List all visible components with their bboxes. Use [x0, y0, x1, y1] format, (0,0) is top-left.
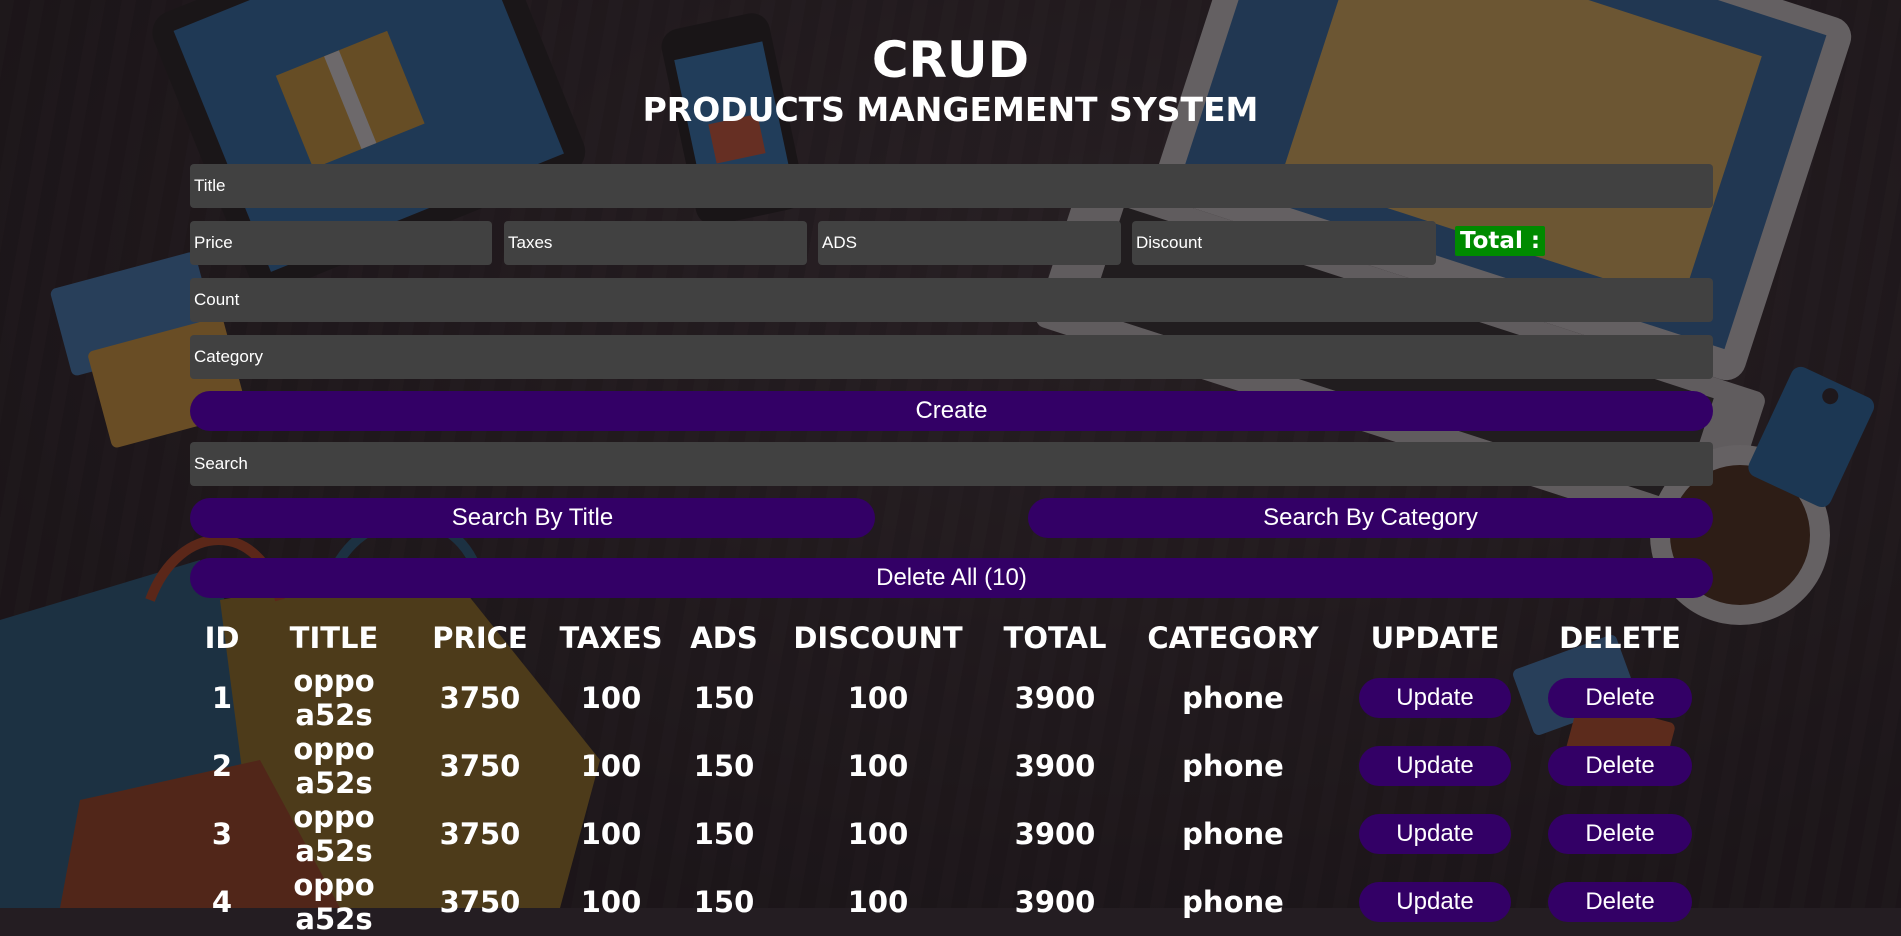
table-header-row: ID TITLE PRICE TAXES ADS DISCOUNT TOTAL …	[190, 612, 1710, 664]
cell-price: 3750	[439, 817, 521, 851]
category-input[interactable]	[190, 335, 1713, 379]
table-row: 4 oppo a52s 3750 100 150 100 3900 phone …	[190, 868, 1710, 936]
cell-category: phone	[1182, 885, 1284, 919]
cell-delete: Delete	[1530, 732, 1710, 800]
delete-button[interactable]: Delete	[1548, 814, 1692, 854]
create-button[interactable]: Create	[190, 391, 1713, 431]
cell-id: 2	[211, 749, 233, 783]
cell-category: phone	[1182, 817, 1284, 851]
update-button[interactable]: Update	[1359, 882, 1511, 922]
cell-update: Update	[1340, 800, 1530, 868]
ads-input[interactable]	[818, 221, 1121, 265]
cell-total: 3900	[1014, 885, 1096, 919]
column-header-price: PRICE	[432, 621, 528, 655]
cell-taxes: 100	[580, 817, 642, 851]
delete-button[interactable]: Delete	[1548, 746, 1692, 786]
update-button[interactable]: Update	[1359, 678, 1511, 718]
cell-update: Update	[1340, 664, 1530, 732]
column-header-total: TOTAL	[1003, 621, 1107, 655]
column-header-taxes: TAXES	[559, 621, 663, 655]
column-header-ads: ADS	[690, 621, 758, 655]
cell-delete: Delete	[1530, 800, 1710, 868]
cell-id: 3	[211, 817, 233, 851]
delete-all-button[interactable]: Delete All (10)	[190, 558, 1713, 598]
cell-update: Update	[1340, 732, 1530, 800]
cell-ads: 150	[693, 749, 755, 783]
cell-title: oppo a52s	[293, 868, 375, 936]
cell-title: oppo a52s	[293, 732, 375, 800]
cell-delete: Delete	[1530, 664, 1710, 732]
cell-category: phone	[1182, 749, 1284, 783]
cell-discount: 100	[847, 885, 909, 919]
cell-update: Update	[1340, 868, 1530, 936]
discount-input[interactable]	[1132, 221, 1436, 265]
column-header-title: TITLE	[289, 621, 379, 655]
table-row: 2 oppo a52s 3750 100 150 100 3900 phone …	[190, 732, 1710, 800]
cell-id: 1	[211, 681, 233, 715]
page-title: CRUD	[871, 31, 1030, 89]
cell-total: 3900	[1014, 817, 1096, 851]
search-by-category-button[interactable]: Search By Category	[1028, 498, 1713, 538]
table-row: 3 oppo a52s 3750 100 150 100 3900 phone …	[190, 800, 1710, 868]
cell-title: oppo a52s	[293, 800, 375, 868]
products-table: ID TITLE PRICE TAXES ADS DISCOUNT TOTAL …	[190, 612, 1710, 936]
cell-ads: 150	[693, 817, 755, 851]
cell-discount: 100	[847, 817, 909, 851]
cell-price: 3750	[439, 681, 521, 715]
cell-discount: 100	[847, 749, 909, 783]
cell-price: 3750	[439, 749, 521, 783]
delete-button[interactable]: Delete	[1548, 882, 1692, 922]
total-badge: Total :	[1455, 226, 1546, 256]
cell-ads: 150	[693, 885, 755, 919]
count-input[interactable]	[190, 278, 1713, 322]
cell-discount: 100	[847, 681, 909, 715]
search-input[interactable]	[190, 442, 1713, 486]
crud-app: CRUD PRODUCTS MANGEMENT SYSTEM Total : C…	[0, 0, 1901, 936]
cell-id: 4	[211, 885, 233, 919]
cell-price: 3750	[439, 885, 521, 919]
cell-ads: 150	[693, 681, 755, 715]
title-input[interactable]	[190, 164, 1713, 208]
cell-taxes: 100	[580, 885, 642, 919]
search-by-title-button[interactable]: Search By Title	[190, 498, 875, 538]
delete-button[interactable]: Delete	[1548, 678, 1692, 718]
cell-delete: Delete	[1530, 868, 1710, 936]
cell-taxes: 100	[580, 749, 642, 783]
cell-category: phone	[1182, 681, 1284, 715]
cell-total: 3900	[1014, 749, 1096, 783]
cell-title: oppo a52s	[293, 664, 375, 732]
page-subtitle: PRODUCTS MANGEMENT SYSTEM	[642, 90, 1259, 129]
cell-taxes: 100	[580, 681, 642, 715]
cell-total: 3900	[1014, 681, 1096, 715]
column-header-discount: DISCOUNT	[793, 621, 963, 655]
taxes-input[interactable]	[504, 221, 807, 265]
table-row: 1 oppo a52s 3750 100 150 100 3900 phone …	[190, 664, 1710, 732]
column-header-update: UPDATE	[1370, 621, 1500, 655]
update-button[interactable]: Update	[1359, 746, 1511, 786]
column-header-id: ID	[204, 621, 240, 655]
column-header-category: CATEGORY	[1147, 621, 1319, 655]
column-header-delete: DELETE	[1559, 621, 1681, 655]
update-button[interactable]: Update	[1359, 814, 1511, 854]
price-input[interactable]	[190, 221, 492, 265]
